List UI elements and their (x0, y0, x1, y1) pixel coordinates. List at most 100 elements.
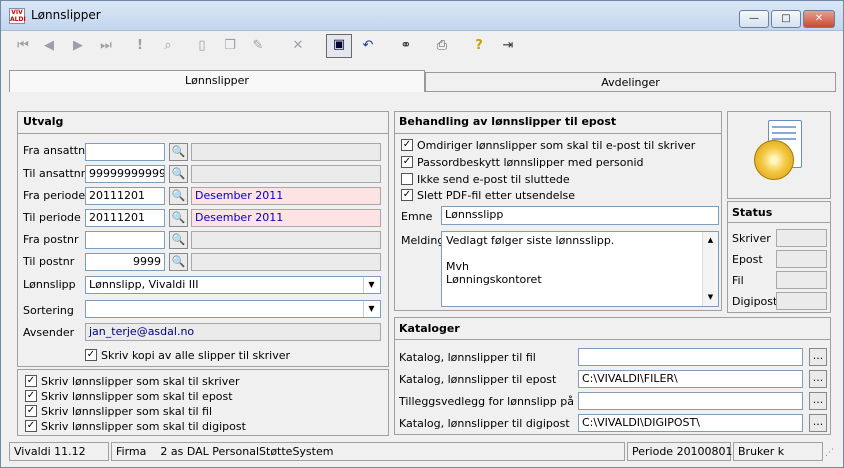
melding-label: Melding (401, 234, 445, 247)
copy-icon[interactable]: ❐ (219, 36, 241, 58)
til-periode-input[interactable]: 20111201 (85, 209, 165, 227)
divider (728, 222, 830, 223)
til-ansattnr-input[interactable]: 99999999999 (85, 165, 165, 183)
status-digipost-label: Digipost (732, 295, 778, 308)
status-bar: Vivaldi 11.12 Firma 2 as DAL PersonalStø… (9, 442, 835, 462)
periode-cell: Periode 20100801 (627, 442, 733, 461)
scroll-down-icon[interactable]: ▼ (703, 291, 718, 304)
scrollbar[interactable]: ▲ ▼ (702, 232, 718, 306)
katalog-fil-input[interactable] (578, 348, 803, 366)
chevron-down-icon[interactable]: ▼ (363, 301, 379, 317)
checkbox-label: Skriv kopi av alle slipper til skriver (101, 349, 291, 362)
lookup-icon[interactable]: 🔍 (169, 187, 188, 205)
prev-record-icon[interactable]: ◀ (38, 36, 60, 58)
katalog-digipost-label: Katalog, lønnslipper til digipost (399, 417, 570, 430)
skriv-fil-checkbox[interactable]: ✓ Skriv lønnslipper som skal til fil (25, 405, 212, 419)
fra-periode-input[interactable]: 20111201 (85, 187, 165, 205)
checkbox-label: Skriv lønnslipper som skal til skriver (41, 375, 240, 388)
skriv-skriver-checkbox[interactable]: ✓ Skriv lønnslipper som skal til skriver (25, 375, 240, 389)
checkbox-label: Skriv lønnslipper som skal til digipost (41, 420, 246, 433)
fra-ansattnr-input[interactable] (85, 143, 165, 161)
lookup-icon[interactable]: 🔍 (169, 209, 188, 227)
lookup-icon[interactable]: 🔍 (169, 231, 188, 249)
search-doc-icon[interactable]: ⌕ (157, 36, 179, 58)
help-icon[interactable]: ? (468, 36, 490, 58)
app-window: VIV ALDI Lønnslipper — □ ✕ ⏮ ◀ ▶ ⏭ ! ⌕ ▯ … (0, 0, 844, 468)
tilleggsvedlegg-input[interactable] (578, 392, 803, 410)
behandling-panel: Behandling av lønnslipper til epost ✓ Omd… (394, 111, 722, 311)
emne-label: Emne (401, 210, 433, 223)
browse-button[interactable]: ... (809, 414, 827, 432)
kopi-checkbox[interactable]: ✓ Skriv kopi av alle slipper til skriver (85, 349, 290, 363)
checkbox-label: Passordbeskytt lønnslipper med personid (417, 156, 644, 169)
skriv-epost-checkbox[interactable]: ✓ Skriv lønnslipper som skal til epost (25, 390, 233, 404)
document-cd-icon (754, 120, 804, 186)
fra-periode-label: Fra periode (23, 189, 86, 202)
new-doc-icon[interactable]: ▯ (191, 36, 213, 58)
fra-postnr-place (191, 231, 381, 249)
checkbox-box[interactable] (401, 173, 413, 185)
lonnslipp-select[interactable]: Lønnslipp, Vivaldi III ▼ (85, 276, 381, 294)
edit-icon[interactable]: ✎ (247, 36, 269, 58)
tab-lonnslipper[interactable]: Lønnslipper (9, 70, 425, 92)
checkbox-box[interactable]: ✓ (25, 390, 37, 402)
avsender-label: Avsender (23, 326, 75, 339)
minimize-button[interactable]: — (739, 10, 769, 28)
exclamation-icon[interactable]: ! (129, 36, 151, 58)
divider (395, 339, 830, 340)
fra-postnr-input[interactable] (85, 231, 165, 249)
last-record-icon[interactable]: ⏭ (95, 36, 117, 58)
sortering-select[interactable]: ▼ (85, 300, 381, 318)
checkbox-box[interactable]: ✓ (401, 189, 413, 201)
status-skriver-label: Skriver (732, 232, 771, 245)
slett-pdf-checkbox[interactable]: ✓ Slett PDF-fil etter utsendelse (401, 189, 575, 203)
maximize-button[interactable]: □ (771, 10, 801, 28)
katalog-epost-label: Katalog, lønnslipper til epost (399, 373, 557, 386)
melding-textarea[interactable]: Vedlagt følger siste lønnsslipp. Mvh Løn… (441, 231, 719, 307)
lookup-icon[interactable]: 🔍 (169, 253, 188, 271)
checkbox-box[interactable]: ✓ (25, 375, 37, 387)
avsender-field[interactable]: jan_terje@asdal.no (85, 323, 381, 341)
status-skriver-value (776, 229, 827, 247)
checkbox-box[interactable]: ✓ (401, 139, 413, 151)
skriv-digipost-checkbox[interactable]: ✓ Skriv lønnslipper som skal til digipost (25, 420, 246, 434)
exit-icon[interactable]: ⇥ (497, 36, 519, 58)
first-record-icon[interactable]: ⏮ (12, 36, 34, 58)
resize-grip-icon[interactable]: ⋰ (825, 448, 835, 458)
skriv-options-panel: ✓ Skriv lønnslipper som skal til skriver … (17, 369, 389, 436)
checkbox-box[interactable]: ✓ (25, 420, 37, 432)
katalog-digipost-input[interactable]: C:\VIVALDI\DIGIPOST\ (578, 414, 803, 432)
til-ansattnr-label: Til ansattnr (23, 167, 86, 180)
image-panel (727, 111, 831, 199)
til-postnr-input[interactable]: 9999 (85, 253, 165, 271)
divider (18, 133, 388, 134)
browse-button[interactable]: ... (809, 392, 827, 410)
fra-periode-desc: Desember 2011 (191, 187, 381, 205)
undo-icon[interactable]: ↶ (357, 36, 379, 58)
browse-button[interactable]: ... (809, 370, 827, 388)
scroll-up-icon[interactable]: ▲ (703, 234, 718, 247)
checkbox-box[interactable]: ✓ (401, 156, 413, 168)
omdiriger-checkbox[interactable]: ✓ Omdiriger lønnslipper som skal til e-po… (401, 139, 695, 153)
next-record-icon[interactable]: ▶ (67, 36, 89, 58)
tab-avdelinger[interactable]: Avdelinger (425, 72, 836, 92)
checkbox-box[interactable]: ✓ (85, 349, 97, 361)
katalog-epost-input[interactable]: C:\VIVALDI\FILER\ (578, 370, 803, 388)
close-button[interactable]: ✕ (803, 10, 835, 28)
chevron-down-icon[interactable]: ▼ (363, 277, 379, 293)
til-ansattnr-name (191, 165, 381, 183)
emne-input[interactable]: Lønnsslipp (441, 206, 719, 225)
checkbox-box[interactable]: ✓ (25, 405, 37, 417)
passord-checkbox[interactable]: ✓ Passordbeskytt lønnslipper med personid (401, 156, 644, 170)
binoculars-icon[interactable]: ⚭ (395, 36, 417, 58)
save-icon[interactable]: ▣ (326, 34, 352, 58)
firma-label: Firma (116, 445, 147, 458)
title-bar: VIV ALDI Lønnslipper — □ ✕ (1, 1, 843, 31)
delete-icon[interactable]: ✕ (287, 36, 309, 58)
lookup-icon[interactable]: 🔍 (169, 165, 188, 183)
print-icon[interactable]: ⎙ (431, 36, 453, 58)
browse-button[interactable]: ... (809, 348, 827, 366)
ikke-send-checkbox[interactable]: Ikke send e-post til sluttede (401, 173, 570, 187)
lookup-icon[interactable]: 🔍 (169, 143, 188, 161)
tab-label: Avdelinger (601, 76, 660, 89)
